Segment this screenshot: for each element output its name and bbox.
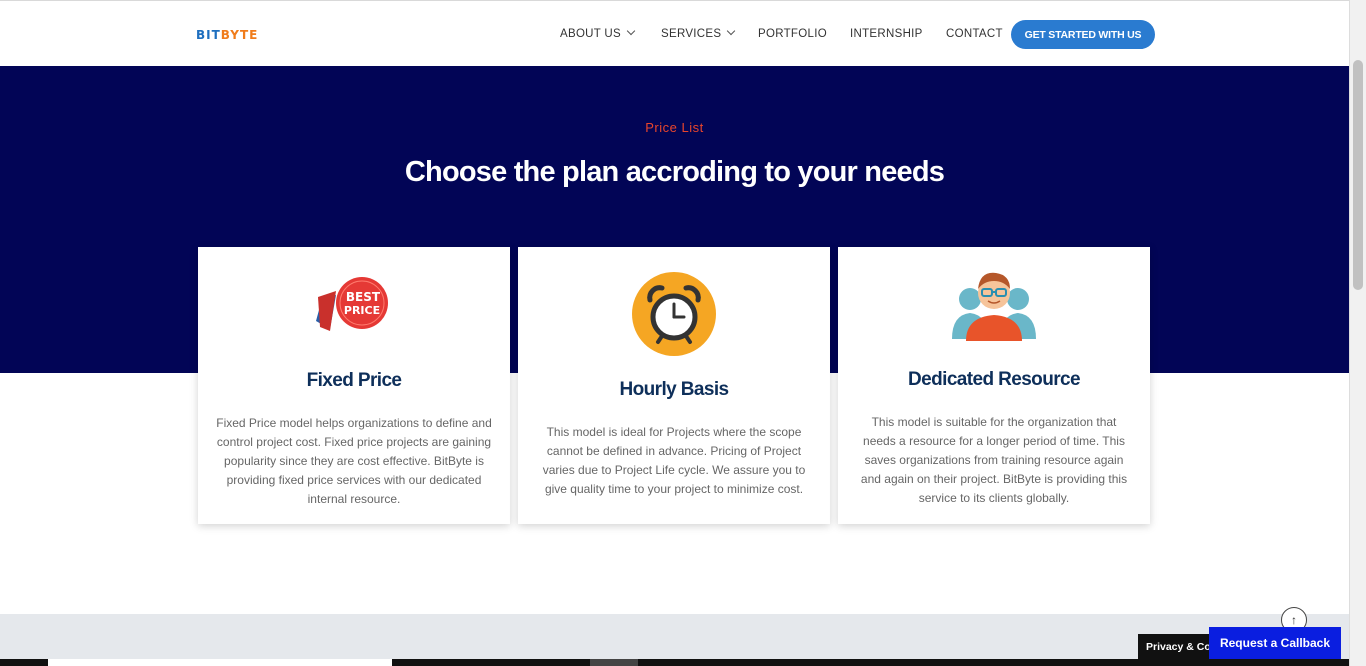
bottom-strip bbox=[0, 659, 1349, 666]
badge-text-price: PRICE bbox=[344, 304, 380, 317]
nav-services[interactable]: SERVICES bbox=[661, 26, 736, 40]
nav-about-us[interactable]: ABOUT US bbox=[560, 26, 636, 40]
pricing-card-dedicated-resource: Dedicated Resource This model is suitabl… bbox=[838, 247, 1150, 524]
card-description: This model is ideal for Projects where t… bbox=[542, 425, 806, 496]
card-description: Fixed Price model helps organizations to… bbox=[216, 416, 492, 506]
main-nav: ABOUT US SERVICES PORTFOLIO INTERNSHIP C… bbox=[0, 26, 1366, 42]
nav-services-label: SERVICES bbox=[661, 28, 722, 40]
chevron-down-icon bbox=[626, 26, 636, 36]
badge-text-best: BEST bbox=[346, 290, 381, 304]
pricing-card-hourly-basis: Hourly Basis This model is ideal for Pro… bbox=[518, 247, 830, 524]
scrollbar-thumb[interactable] bbox=[1353, 60, 1363, 290]
bottom-strip-segment bbox=[48, 659, 392, 666]
best-price-badge-icon: BEST PRICE bbox=[314, 277, 394, 340]
nav-internship[interactable]: INTERNSHIP bbox=[850, 28, 923, 40]
chevron-down-icon bbox=[727, 26, 736, 36]
privacy-cookies-button[interactable]: Privacy & Cookies bbox=[1138, 634, 1218, 660]
request-callback-button[interactable]: Request a Callback bbox=[1209, 627, 1341, 659]
site-header: BITBYTE ABOUT US SERVICES PORTFOLIO INTE… bbox=[0, 0, 1366, 66]
team-people-icon bbox=[950, 265, 1038, 348]
card-title: Dedicated Resource bbox=[908, 369, 1080, 390]
card-title: Hourly Basis bbox=[619, 379, 730, 400]
card-title: Fixed Price bbox=[306, 370, 402, 391]
get-started-button[interactable]: GET STARTED WITH US bbox=[1011, 20, 1155, 49]
section-headline: Choose the plan accroding to your needs bbox=[404, 156, 945, 188]
nav-contact[interactable]: CONTACT bbox=[946, 28, 1003, 40]
card-description: This model is suitable for the organizat… bbox=[860, 415, 1128, 505]
nav-portfolio[interactable]: PORTFOLIO bbox=[758, 28, 827, 40]
pricing-card-fixed-price: BEST PRICE Fixed Price Fixed Price model… bbox=[198, 247, 510, 524]
arrow-up-icon: ↑ bbox=[1291, 613, 1297, 627]
page-scrollbar[interactable] bbox=[1349, 0, 1366, 666]
nav-about-us-label: ABOUT US bbox=[560, 28, 621, 40]
bottom-strip-segment bbox=[590, 659, 638, 666]
section-eyebrow: Price List bbox=[645, 120, 704, 135]
alarm-clock-icon bbox=[632, 272, 716, 361]
